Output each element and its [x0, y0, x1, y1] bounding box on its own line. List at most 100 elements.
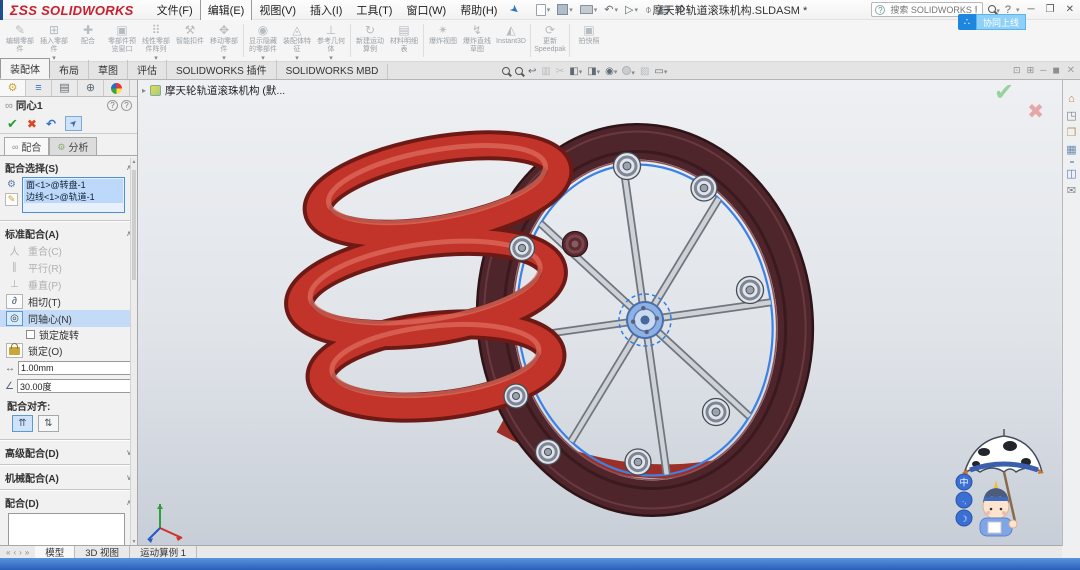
previous-view-button[interactable]: ↩	[528, 66, 536, 78]
ribbon-linear-pattern[interactable]: ⠿ 线性零部件阵列 ▾	[139, 20, 173, 62]
help-pin-icon[interactable]: ?	[107, 100, 118, 111]
custom-properties-icon[interactable]: ◫	[1066, 168, 1076, 180]
mate-tangent[interactable]: ∂ 相切(T)	[0, 293, 137, 310]
ribbon-assembly-features[interactable]: ◬ 装配体特征 ▾	[280, 20, 314, 62]
flyout-feature-tree[interactable]: ▸ 摩天轮轨道滚珠机构 (默...	[142, 83, 285, 98]
ribbon-insert-component[interactable]: ⊞ 插入零部件 ▾	[37, 20, 71, 62]
apply-scene-button[interactable]: ▨	[640, 66, 649, 78]
file-explorer-icon[interactable]: ▦	[1066, 144, 1076, 156]
scrollbar-thumb[interactable]	[132, 170, 136, 280]
mate-parallel[interactable]: ∥ 平行(R)	[0, 259, 137, 276]
tab-dimxpert[interactable]: ⊕	[78, 80, 104, 96]
section-standard-mates[interactable]: 标准配合(A)∧	[0, 225, 137, 242]
ribbon-mate[interactable]: ✚ 配合	[71, 20, 105, 61]
tab-3d-views[interactable]: 3D 视图	[75, 546, 131, 559]
ribbon-instant3d[interactable]: ◭ Instant3D	[494, 20, 528, 61]
tab-addins[interactable]: SOLIDWORKS 插件	[167, 60, 277, 79]
restore-button[interactable]: ❐	[1043, 4, 1058, 15]
menu-help[interactable]: 帮助(H)	[453, 0, 504, 20]
mate-coincident[interactable]: 人重合(C)	[0, 242, 137, 259]
graphics-viewport[interactable]: ▸ 摩天轮轨道滚珠机构 (默... ✔ ✖ 中 ·, ☽	[138, 80, 1062, 546]
viewport-canvas[interactable]: 中 ·, ☽	[138, 80, 1062, 546]
tab-evaluate[interactable]: 评估	[128, 60, 167, 79]
doc-minimize-icon[interactable]: ─	[1040, 65, 1046, 76]
distance-input[interactable]	[19, 363, 137, 373]
appearances-icon[interactable]	[1069, 161, 1074, 163]
dynamic-annotation-button[interactable]: ✂	[556, 66, 564, 78]
aligned-button[interactable]: ⇈	[12, 415, 33, 432]
mate-concentric[interactable]: ◎ 同轴心(N)	[0, 310, 137, 327]
accept-button[interactable]: ✔	[7, 116, 18, 132]
forum-icon[interactable]: ✉	[1067, 185, 1076, 197]
ribbon-update-speedpak[interactable]: ⟳ 更新Speedpak	[533, 20, 567, 61]
section-advanced-mates[interactable]: 高级配合(D)∨	[0, 444, 137, 461]
help-icon[interactable]: ?	[121, 100, 132, 111]
ribbon-smart-fasteners[interactable]: ⚒ 智能扣件	[173, 20, 207, 61]
multiselect-wand-icon[interactable]: ✎	[4, 193, 19, 206]
angle-input[interactable]	[17, 381, 137, 391]
tab-analysis[interactable]: ⚙ 分析	[49, 137, 97, 155]
menu-edit[interactable]: 编辑(E)	[199, 0, 253, 21]
view-orientation-button[interactable]: ◧▾	[569, 65, 582, 78]
view-settings-button[interactable]: ▭▾	[654, 65, 667, 78]
cancel-mate-button[interactable]: ✖	[27, 117, 37, 131]
print-button[interactable]: ▾	[578, 5, 600, 14]
selected-face-item[interactable]: 面<1>@转盘-1	[24, 179, 123, 191]
collaboration-badge[interactable]: ∴ 协同上线	[958, 14, 1027, 30]
tab-feature-manager[interactable]: ≡	[26, 80, 52, 96]
section-mechanical-mates[interactable]: 机械配合(A)∨	[0, 469, 137, 486]
save-button[interactable]: ▾	[555, 4, 575, 15]
anti-aligned-button[interactable]: ⇅	[38, 415, 59, 432]
design-library-icon[interactable]: ❐	[1067, 127, 1077, 139]
menu-tools[interactable]: 工具(T)	[349, 0, 399, 20]
tab-display-manager[interactable]	[104, 80, 130, 96]
hide-show-items-button[interactable]: ◉▾	[605, 65, 617, 78]
edit-appearance-button[interactable]: ▾	[622, 65, 635, 78]
section-mates-list[interactable]: 配合(D)∧	[0, 494, 137, 511]
menu-view[interactable]: 视图(V)	[252, 0, 303, 20]
tab-mates[interactable]: ∞ 配合	[4, 137, 50, 155]
new-document-button[interactable]: ▾	[534, 3, 553, 16]
confirm-cancel-icon[interactable]: ✖	[994, 102, 1044, 122]
ribbon-explode-sketch[interactable]: ↯ 爆炸直线草图	[460, 20, 494, 61]
undo-mate-button[interactable]: ↶	[46, 117, 56, 131]
ribbon-edit-component[interactable]: ✎ 编辑零部件	[3, 20, 37, 61]
doc-restore-icon[interactable]: ⊡	[1013, 65, 1021, 76]
pin-menu-icon[interactable]: ➤	[507, 2, 522, 17]
ribbon-move-component[interactable]: ✥ 移动零部件 ▾	[207, 20, 241, 62]
zoom-area-button[interactable]	[515, 66, 523, 78]
home-icon[interactable]: ⌂	[1068, 93, 1075, 105]
coil-track[interactable]	[284, 129, 574, 423]
ribbon-take-snapshot[interactable]: ▣ 拍快照	[572, 20, 606, 61]
tab-mbd[interactable]: SOLIDWORKS MBD	[277, 64, 389, 79]
mate-lock[interactable]: 锁定(O)	[0, 342, 137, 359]
minimize-button[interactable]: ─	[1025, 4, 1038, 15]
mates-listbox[interactable]	[8, 513, 125, 546]
doc-maximize-icon[interactable]: ◼	[1053, 65, 1060, 76]
zoom-fit-button[interactable]	[502, 66, 510, 78]
tab-assembly[interactable]: 装配体	[0, 58, 50, 79]
ribbon-exploded-view[interactable]: ✴ 爆炸视图	[426, 20, 460, 61]
tab-configuration[interactable]: ▤	[52, 80, 78, 96]
3d-content-icon[interactable]: ◳	[1066, 110, 1076, 122]
section-view-button[interactable]: ▥	[541, 66, 550, 78]
close-button[interactable]: ✕	[1063, 4, 1077, 15]
menu-file[interactable]: 文件(F)	[150, 0, 200, 20]
doc-cascade-icon[interactable]: ⊞	[1027, 65, 1035, 76]
tab-model[interactable]: 模型	[35, 546, 76, 559]
ime-toolbar[interactable]: 中 ·, ☽	[955, 473, 973, 527]
menu-insert[interactable]: 插入(I)	[303, 0, 349, 20]
mate-perpendicular[interactable]: ⊥ 垂直(P)	[0, 276, 137, 293]
ribbon-component-preview[interactable]: ▣ 零部件预览窗口	[105, 20, 139, 61]
tab-motion-study[interactable]: 运动算例 1	[130, 546, 197, 559]
tab-layout[interactable]: 布局	[50, 60, 89, 79]
menu-window[interactable]: 窗口(W)	[399, 0, 453, 20]
section-mate-selections[interactable]: 配合选择(S)∧	[0, 159, 137, 176]
taskpane-close-icon[interactable]: ✕	[1067, 65, 1075, 76]
lock-rotation-checkbox[interactable]	[26, 330, 35, 339]
tab-property-manager[interactable]: ⚙	[0, 80, 26, 96]
ribbon-bom[interactable]: ▤ 材料明细表	[387, 20, 421, 61]
keep-visible-pin-button[interactable]: ➤	[65, 116, 83, 131]
ribbon-new-motion-study[interactable]: ↻ 新建运动算例	[353, 20, 387, 61]
tab-scroll-arrows[interactable]: «‹ ›»	[0, 546, 35, 558]
